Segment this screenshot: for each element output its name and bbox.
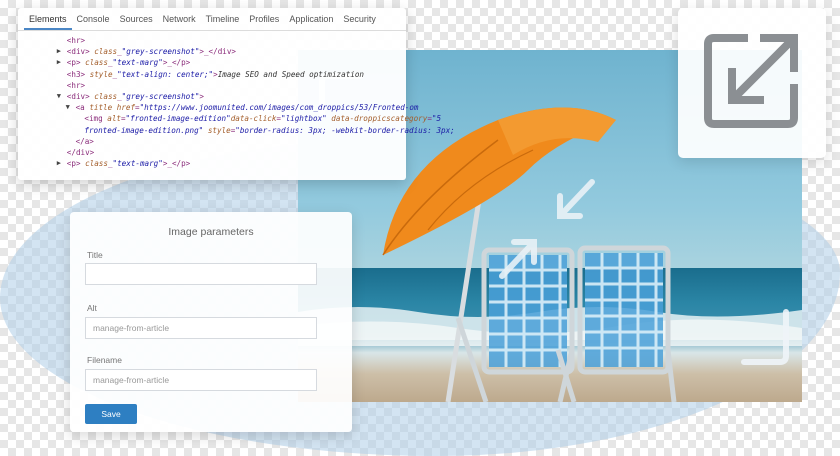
code-token: <div> [66,47,95,57]
code-token: </div> [66,148,95,158]
filename-label: Filename [87,355,122,365]
tab-application[interactable]: Application [284,8,338,30]
code-token: <h3> [66,69,90,79]
tab-security[interactable]: Security [338,8,381,30]
dom-line[interactable]: <h3> style_"text-align: center;">Image S… [18,69,406,80]
code-token: style [207,125,231,135]
tab-elements[interactable]: Elements [24,8,72,30]
dom-line[interactable]: ▼ <a title href="https://www.joomunited.c… [18,102,419,113]
tab-sources[interactable]: Sources [115,8,158,30]
code-token: <p> [66,58,86,68]
code-token: class [85,58,108,68]
code-token: class [85,159,108,169]
dom-line[interactable]: </div> [18,147,406,158]
code-token: > [199,92,204,102]
devtools-panel: Elements Console Sources Network Timelin… [18,8,455,180]
code-token: "grey-screenshot" [121,92,200,102]
filename-input[interactable]: manage-from-article [85,369,317,391]
code-token: alt [107,114,121,124]
expand-card[interactable] [678,8,826,158]
alt-label: Alt [87,303,97,313]
code-token: <img [84,114,108,124]
expand-triangle-icon[interactable]: ▶ [57,158,61,169]
code-token: title href [89,103,136,113]
tab-profiles[interactable]: Profiles [244,8,284,30]
dom-line[interactable]: <hr> [18,80,406,91]
code-token: <hr> [66,36,86,45]
code-token: class [94,92,118,102]
tab-timeline[interactable]: Timeline [201,8,245,30]
dom-line[interactable]: ▶ <p> class_"text-marg">_</p> [18,57,406,68]
dom-line[interactable]: ▼ <div> class_"grey-screenshot"> [18,91,406,102]
expand-triangle-icon[interactable]: ▶ [57,57,61,68]
code-token: "text-marg" [112,58,163,68]
code-token: "fronted-image-edition" [125,114,231,124]
code-token: >_</p> [162,159,191,169]
code-token: data-click [230,114,277,124]
dom-line[interactable]: ▶ <div> class_"grey-screenshot">_</div> [18,46,406,57]
code-token: </a> [75,136,94,146]
code-token: "grey-screenshot" [121,47,200,57]
code-token: <hr> [66,80,86,90]
code-token: >_</p> [162,58,191,68]
alt-input[interactable]: manage-from-article [85,317,317,339]
dom-tree: <hr> ▶ <div> class_"grey-screenshot">_</di… [18,31,455,169]
collapse-triangle-icon[interactable]: ▼ [66,102,70,113]
panel-title: Image parameters [168,226,254,238]
code-token: "text-marg" [112,159,163,169]
code-token: >_</div> [199,47,236,57]
code-token: fronted-image-edition.png" [84,125,208,135]
code-token: <div> [66,92,95,102]
dom-line[interactable]: <img alt="fronted-image-edition"data-cli… [18,113,441,124]
code-token: Image SEO and Speed optimization [217,69,364,79]
dom-line[interactable]: <hr> [18,35,406,46]
code-token: "border-radius: 3px; -webkit-border-radi… [235,125,455,135]
dom-line[interactable]: fronted-image-edition.png" style="border… [18,125,454,136]
image-parameters-panel: Image parameters Title Alt manage-from-a… [70,212,352,432]
code-token: "https://www.joomunited.com/images/com_d… [139,103,419,113]
corner-bracket-icon [741,309,789,365]
code-token: class [94,47,118,57]
title-input[interactable] [85,263,317,285]
collapse-triangle-icon[interactable]: ▼ [57,91,61,102]
dom-line[interactable]: ▶ <p> class_"text-marg">_</p> [18,158,406,169]
dom-line[interactable]: </a> [18,136,406,147]
title-label: Title [87,250,103,260]
devtools-tabs: Elements Console Sources Network Timelin… [18,8,406,31]
expand-triangle-icon[interactable]: ▶ [57,46,61,57]
code-token: "text-align: center;" [117,69,214,79]
expand-icon [704,34,798,128]
code-token: data-droppicscategory [331,114,428,124]
code-token: style [89,69,113,79]
code-token: <a [75,103,90,113]
code-token: "5 [431,114,442,124]
tab-console[interactable]: Console [72,8,115,30]
code-token: <p> [66,159,86,169]
save-button[interactable]: Save [85,404,137,424]
tab-network[interactable]: Network [158,8,201,30]
code-token: "lightbox" [281,114,332,124]
